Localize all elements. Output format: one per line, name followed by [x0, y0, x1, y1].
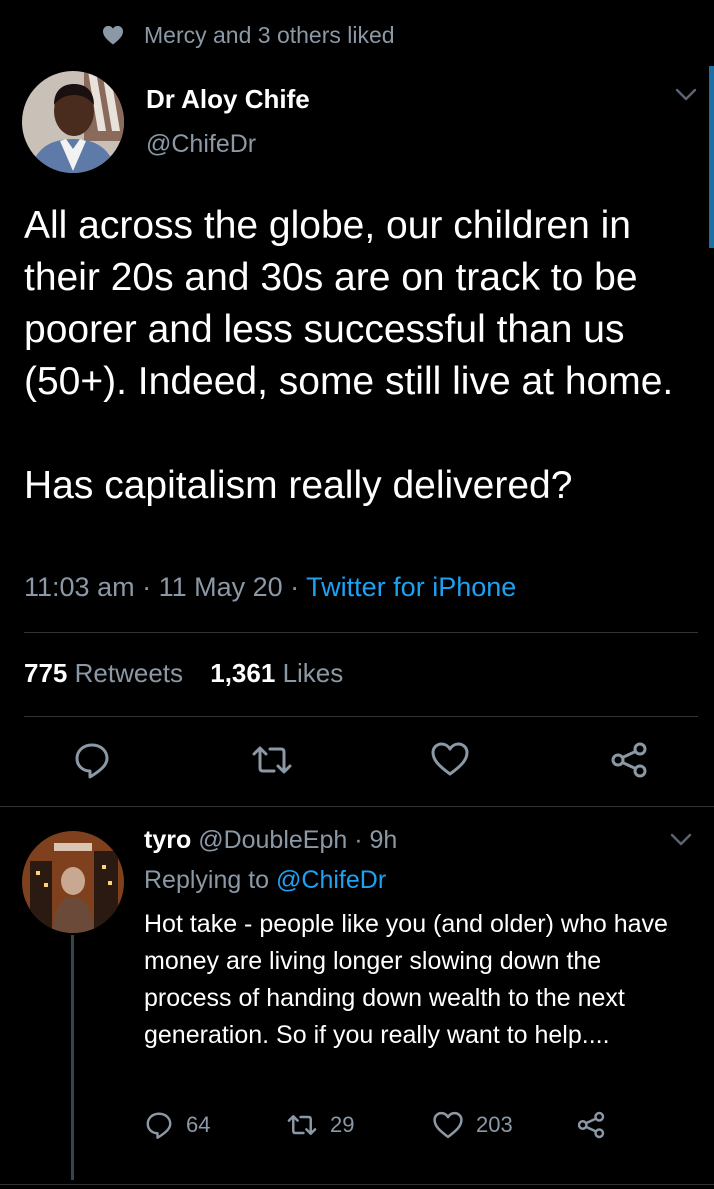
replying-to-label: Replying to	[144, 866, 270, 894]
divider	[24, 716, 698, 717]
tweet-paragraph: Has capitalism really delivered?	[24, 464, 573, 507]
reply-author-avatar[interactable]	[22, 831, 124, 933]
like-icon	[433, 1111, 463, 1139]
thread-line	[71, 935, 74, 1180]
tweet-time: 11:03 am	[24, 572, 135, 602]
reply-text: Hot take - people like you (and older) w…	[144, 910, 668, 1049]
likes-count: 1,361	[210, 658, 276, 688]
reply-reply-count: 64	[186, 1112, 211, 1137]
social-context-text: Mercy and 3 others liked	[144, 21, 395, 48]
reply-author-name[interactable]: tyro	[144, 826, 191, 854]
retweet-icon	[252, 746, 292, 774]
chevron-down-icon[interactable]	[675, 88, 697, 102]
tweet-date: 11 May 20	[158, 572, 283, 602]
reply-author-handle[interactable]: @DoubleEph	[198, 826, 347, 854]
retweet-button[interactable]	[250, 740, 294, 780]
retweets-stat[interactable]: 775 Retweets	[24, 658, 183, 688]
author-handle[interactable]: @ChifeDr	[146, 130, 256, 159]
likes-label: Likes	[282, 658, 344, 688]
reply-retweet-button[interactable]: 29	[286, 1110, 354, 1140]
likes-stat[interactable]: 1,361 Likes	[210, 658, 343, 688]
divider	[24, 632, 698, 633]
share-icon	[611, 742, 647, 778]
reply-like-count: 203	[476, 1112, 513, 1137]
reply-retweet-count: 29	[330, 1112, 355, 1137]
retweet-icon	[287, 1115, 317, 1135]
author-name[interactable]: Dr Aloy Chife	[146, 84, 310, 115]
reply-icon	[146, 1112, 172, 1139]
replying-to-link[interactable]: @ChifeDr	[276, 866, 386, 894]
retweets-count: 775	[24, 658, 68, 688]
like-icon	[431, 742, 469, 776]
reply-header: tyro @DoubleEph · 9h	[144, 826, 398, 854]
author-avatar[interactable]	[22, 71, 124, 173]
tweet-text: All across the globe, our children in th…	[24, 200, 694, 512]
divider	[0, 806, 714, 807]
divider	[0, 1184, 714, 1185]
like-button[interactable]	[430, 740, 470, 778]
reply-like-button[interactable]: 203	[432, 1110, 513, 1140]
reply-share-button[interactable]	[576, 1110, 606, 1140]
share-icon	[577, 1111, 605, 1139]
tweet-paragraph: All across the globe, our children in th…	[24, 204, 674, 403]
reply-icon	[75, 743, 109, 779]
scroll-indicator	[709, 66, 714, 248]
tweet-source-link[interactable]: Twitter for iPhone	[306, 572, 516, 602]
heart-icon	[102, 25, 124, 45]
retweets-label: Retweets	[74, 658, 184, 688]
tweet-meta: 11:03 am · 11 May 20 · Twitter for iPhon…	[24, 572, 517, 602]
reply-button[interactable]	[72, 740, 112, 780]
tweet-stats: 775 Retweets 1,361 Likes	[24, 658, 343, 689]
reply-reply-button[interactable]: 64	[144, 1110, 210, 1140]
reply-age: 9h	[369, 826, 398, 854]
share-button[interactable]	[609, 740, 649, 780]
chevron-down-icon[interactable]	[670, 833, 692, 847]
social-context[interactable]: Mercy and 3 others liked	[102, 20, 395, 50]
replying-to: Replying to @ChifeDr	[144, 866, 386, 895]
